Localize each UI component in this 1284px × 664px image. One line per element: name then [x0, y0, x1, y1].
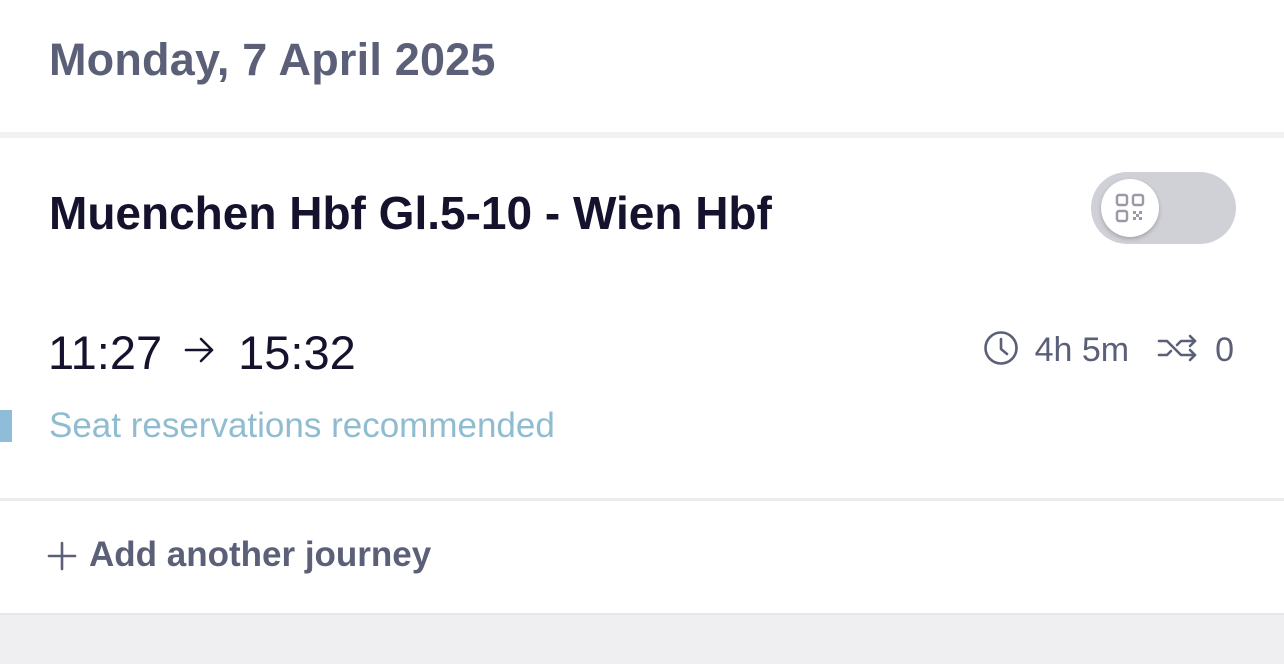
date-header: Monday, 7 April 2025	[0, 0, 1284, 132]
plus-icon	[47, 541, 77, 576]
qr-code-icon	[1115, 193, 1145, 223]
notice-accent-bar	[0, 410, 12, 442]
route-title: Muenchen Hbf Gl.5-10 - Wien Hbf	[49, 187, 772, 239]
arrival-time: 15:32	[238, 325, 356, 379]
duration: 4h 5m	[1034, 330, 1130, 369]
date-title: Monday, 7 April 2025	[49, 34, 496, 85]
changes-icon	[1157, 333, 1199, 368]
changes-count: 0	[1215, 330, 1234, 369]
toggle-knob	[1101, 179, 1159, 237]
journey-times: 11:27 15:32	[48, 324, 356, 380]
arrow-right-icon	[184, 335, 216, 370]
journey-card[interactable]: Muenchen Hbf Gl.5-10 - Wien Hbf 11:27 15…	[0, 138, 1284, 498]
journey-page: Monday, 7 April 2025 Muenchen Hbf Gl.5-1…	[0, 0, 1284, 664]
ticket-qr-toggle[interactable]	[1091, 172, 1236, 244]
add-journey-label: Add another journey	[89, 535, 432, 574]
footer-band	[0, 613, 1284, 664]
journey-meta: 4h 5m 0	[983, 328, 1234, 372]
add-journey-button[interactable]: Add another journey	[0, 501, 1284, 613]
clock-icon	[983, 330, 1019, 371]
departure-time: 11:27	[48, 325, 163, 379]
seat-reservation-notice: Seat reservations recommended	[49, 406, 555, 445]
